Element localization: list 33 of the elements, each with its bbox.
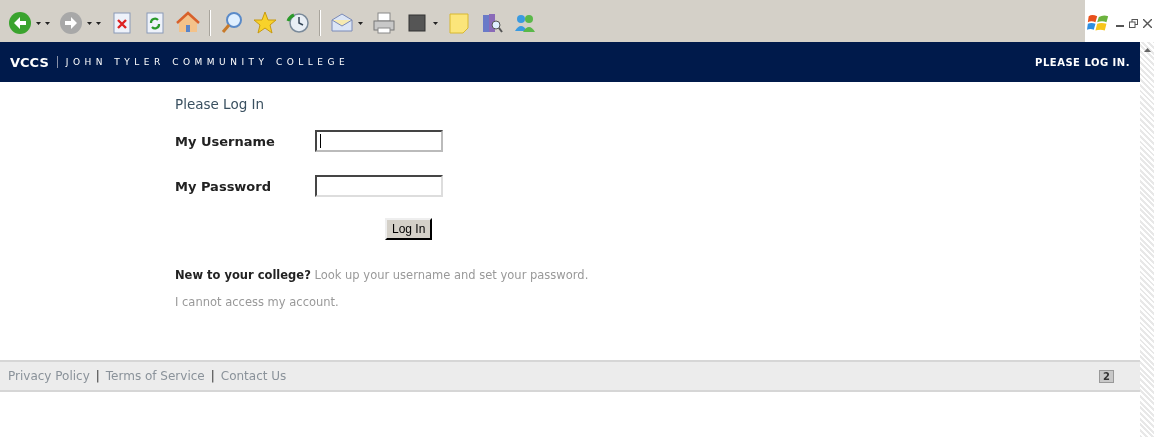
restore-icon[interactable] xyxy=(1129,18,1138,28)
scrollbar[interactable] xyxy=(1140,42,1154,437)
caret-icon[interactable] xyxy=(433,21,438,25)
password-field[interactable] xyxy=(315,175,443,197)
field-label: My Password xyxy=(175,178,273,194)
windows-flag-icon xyxy=(1087,12,1109,34)
separator-text: | xyxy=(95,369,100,383)
books-icon[interactable] xyxy=(480,11,504,35)
form-title: Please Log In xyxy=(175,96,266,112)
search-icon[interactable] xyxy=(220,11,244,35)
login-button[interactable]: Log In xyxy=(385,218,433,240)
new-user-text: New to your college? Look up your username and set your password. xyxy=(175,268,590,282)
footer-link[interactable]: Privacy Policy xyxy=(8,369,90,383)
divider-line xyxy=(56,56,58,68)
scroll-up-icon[interactable] xyxy=(1143,48,1151,52)
access-help-text: I cannot access my account. xyxy=(175,295,340,309)
refresh-icon[interactable] xyxy=(143,11,167,35)
footer-link[interactable]: Terms of Service xyxy=(105,369,205,383)
close-icon[interactable] xyxy=(1143,18,1152,28)
square-icon[interactable] xyxy=(405,11,429,35)
page-count-badge: 2 xyxy=(1099,369,1114,383)
stop-icon[interactable] xyxy=(110,11,134,35)
history-icon[interactable] xyxy=(286,11,310,35)
field-label: My Username xyxy=(175,133,276,149)
caret-icon[interactable] xyxy=(358,21,363,25)
footer-link[interactable]: Contact Us xyxy=(220,369,287,383)
brand-logo: VCCS xyxy=(10,54,49,70)
college-name: JOHN TYLER COMMUNITY COLLEGE xyxy=(65,57,350,67)
printer-icon[interactable] xyxy=(372,11,396,35)
separator-text: | xyxy=(210,369,215,383)
help-link[interactable]: Look up your username and set your password xyxy=(314,268,585,282)
username-field[interactable] xyxy=(315,130,443,152)
login-status: PLEASE LOG IN. xyxy=(1035,56,1130,68)
